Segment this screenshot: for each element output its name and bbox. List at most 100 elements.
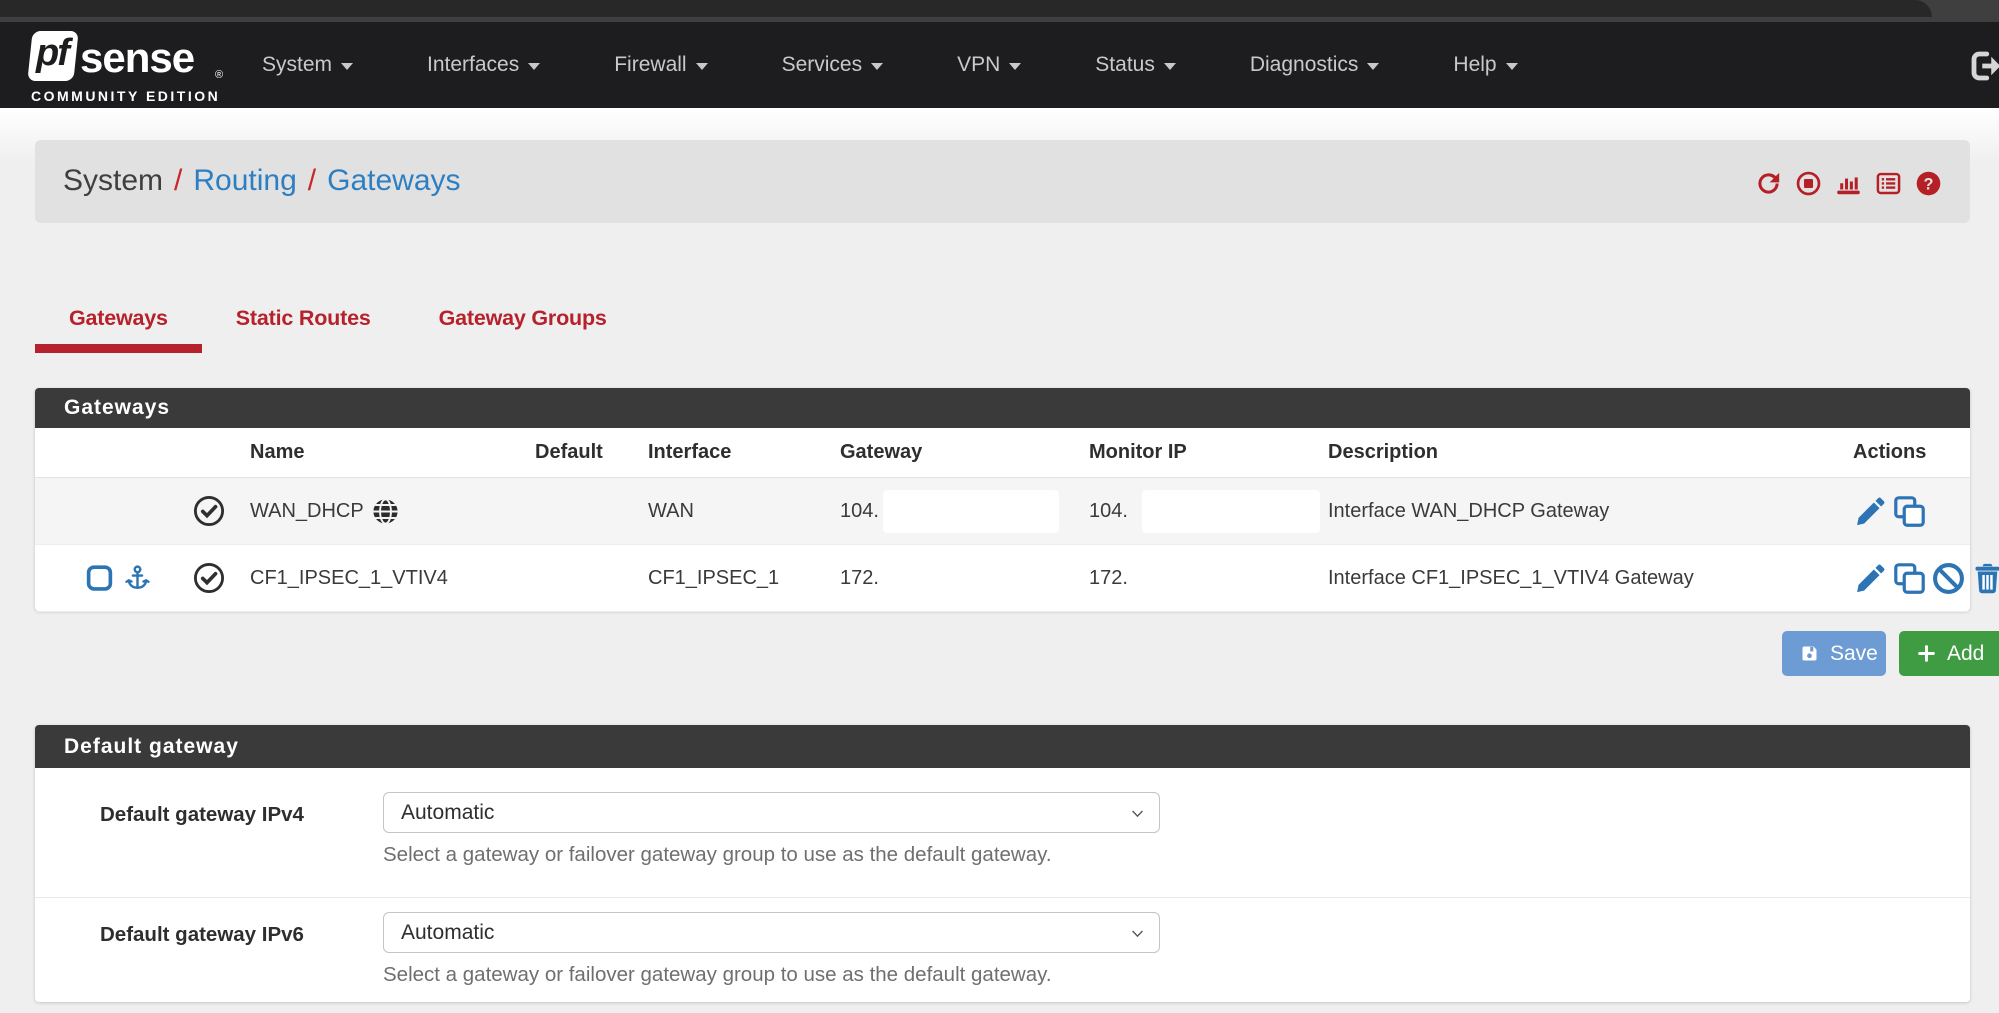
- gateways-panel-header: Gateways: [35, 388, 1970, 428]
- monitor-ip-cell: 172.: [1089, 567, 1328, 590]
- breadcrumb-system: System: [63, 164, 163, 198]
- nav-item-vpn[interactable]: VPN: [920, 22, 1058, 108]
- selected-value: Automatic: [401, 801, 494, 825]
- default-gateway-ipv4-select[interactable]: Automatic: [383, 792, 1160, 833]
- save-label: Save: [1830, 642, 1878, 666]
- field-divider: [35, 897, 1970, 898]
- default-gateway-ipv4-help: Select a gateway or failover gateway gro…: [383, 843, 1052, 867]
- stop-icon[interactable]: [1795, 170, 1822, 197]
- gateway-row-cf1-ipsec: CF1_IPSEC_1_VTIV4 CF1_IPSEC_1 172. 172. …: [35, 545, 1970, 612]
- gateway-row-wan-dhcp: WAN_DHCP WAN 104. 104.: [35, 478, 1970, 545]
- pfsense-logo[interactable]: pf sense ® COMMUNITY EDITION: [30, 29, 230, 103]
- column-description: Description: [1328, 441, 1853, 464]
- gateway-name-cell: CF1_IPSEC_1_VTIV4: [250, 567, 535, 590]
- edit-icon[interactable]: [1853, 561, 1888, 596]
- nav-item-diagnostics[interactable]: Diagnostics: [1213, 22, 1417, 108]
- breadcrumb: System / Routing / Gateways: [63, 164, 461, 198]
- default-gateway-ipv6-select[interactable]: Automatic: [383, 912, 1160, 953]
- nav-item-firewall[interactable]: Firewall: [577, 22, 744, 108]
- sign-out-icon[interactable]: [1959, 48, 1999, 84]
- add-button[interactable]: Add: [1899, 631, 1999, 676]
- gateway-interface: WAN: [648, 500, 840, 523]
- check-circle-icon: [192, 561, 226, 595]
- gateway-address-cell: 172.: [840, 567, 1089, 590]
- community-edition-label: COMMUNITY EDITION: [31, 88, 220, 104]
- refresh-icon[interactable]: [1755, 170, 1782, 197]
- nav-menu: System Interfaces Firewall Services VPN …: [225, 22, 1555, 108]
- sense-logo-text: sense: [80, 34, 194, 82]
- save-button[interactable]: Save: [1782, 631, 1886, 676]
- chart-icon[interactable]: [1835, 170, 1862, 197]
- gateway-name: CF1_IPSEC_1_VTIV4: [250, 567, 448, 590]
- breadcrumb-separator: /: [308, 164, 316, 198]
- monitor-ip: 172.: [1089, 567, 1128, 590]
- redaction-box: [1142, 490, 1320, 533]
- copy-icon[interactable]: [1892, 494, 1927, 529]
- row-icons-cell: [35, 478, 250, 544]
- tab-static-routes[interactable]: Static Routes: [202, 298, 405, 353]
- gateway-address: 104.: [840, 500, 879, 523]
- log-icon[interactable]: [1875, 170, 1902, 197]
- gateway-interface: CF1_IPSEC_1: [648, 567, 840, 590]
- routing-tabs: Gateways Static Routes Gateway Groups: [35, 298, 641, 353]
- svg-text:?: ?: [1924, 175, 1934, 193]
- checkbox-icon[interactable]: [85, 564, 114, 593]
- chevron-down-icon: [696, 63, 708, 70]
- default-gateway-ipv6-help: Select a gateway or failover gateway gro…: [383, 963, 1052, 987]
- gateways-table-header: Name Default Interface Gateway Monitor I…: [35, 428, 1970, 478]
- gateway-name: WAN_DHCP: [250, 500, 364, 523]
- chevron-down-icon: [1129, 805, 1146, 822]
- default-gateway-panel-header: Default gateway: [35, 725, 1970, 768]
- window-top-edge: [0, 0, 1932, 17]
- gateways-panel-title: Gateways: [64, 396, 170, 420]
- redaction-box: [883, 490, 1059, 533]
- gateway-description: Interface WAN_DHCP Gateway: [1328, 500, 1853, 523]
- default-gateway-ipv6-label: Default gateway IPv6: [100, 923, 304, 947]
- add-label: Add: [1947, 642, 1984, 666]
- registered-mark: ®: [215, 69, 223, 81]
- plus-icon: [1916, 643, 1937, 664]
- nav-item-interfaces[interactable]: Interfaces: [390, 22, 577, 108]
- chevron-down-icon: [341, 63, 353, 70]
- row-actions: [1853, 561, 1999, 596]
- nav-item-status[interactable]: Status: [1058, 22, 1213, 108]
- nav-item-system[interactable]: System: [225, 22, 390, 108]
- chevron-down-icon: [1506, 63, 1518, 70]
- chevron-down-icon: [871, 63, 883, 70]
- gateway-address-cell: 104.: [840, 490, 1089, 533]
- column-interface: Interface: [648, 441, 840, 464]
- selected-value: Automatic: [401, 921, 494, 945]
- chevron-down-icon: [1164, 63, 1176, 70]
- copy-icon[interactable]: [1892, 561, 1927, 596]
- pf-logo-text: pf: [36, 32, 68, 75]
- top-navbar: pf sense ® COMMUNITY EDITION System Inte…: [0, 22, 1999, 108]
- breadcrumb-gateways-link[interactable]: Gateways: [327, 164, 460, 198]
- breadcrumb-routing-link[interactable]: Routing: [193, 164, 296, 198]
- help-icon[interactable]: ?: [1915, 170, 1942, 197]
- row-icons-cell: [35, 545, 250, 611]
- column-name: Name: [250, 441, 535, 464]
- default-gateway-ipv4-label: Default gateway IPv4: [100, 803, 304, 827]
- default-gateway-panel-title: Default gateway: [64, 735, 239, 759]
- disable-icon[interactable]: [1931, 561, 1966, 596]
- row-actions: [1853, 494, 1970, 529]
- delete-icon[interactable]: [1970, 561, 1999, 596]
- column-default: Default: [535, 441, 648, 464]
- monitor-ip: 104.: [1089, 500, 1128, 523]
- save-icon: [1799, 643, 1820, 664]
- breadcrumb-action-icons: ?: [1755, 170, 1942, 197]
- pfsense-gateways-page: pf sense ® COMMUNITY EDITION System Inte…: [0, 0, 1999, 1013]
- tab-gateway-groups[interactable]: Gateway Groups: [405, 298, 641, 353]
- globe-icon: [371, 497, 400, 526]
- column-gateway: Gateway: [840, 441, 1089, 464]
- gateways-panel: Gateways Name Default Interface Gateway …: [35, 388, 1970, 611]
- edit-icon[interactable]: [1853, 494, 1888, 529]
- anchor-icon: [123, 564, 152, 593]
- monitor-ip-cell: 104.: [1089, 490, 1328, 533]
- nav-item-help[interactable]: Help: [1416, 22, 1554, 108]
- check-circle-icon: [192, 494, 226, 528]
- tab-gateways[interactable]: Gateways: [35, 298, 202, 353]
- nav-item-services[interactable]: Services: [745, 22, 921, 108]
- breadcrumb-bar: System / Routing / Gateways: [35, 140, 1970, 223]
- column-monitor-ip: Monitor IP: [1089, 441, 1328, 464]
